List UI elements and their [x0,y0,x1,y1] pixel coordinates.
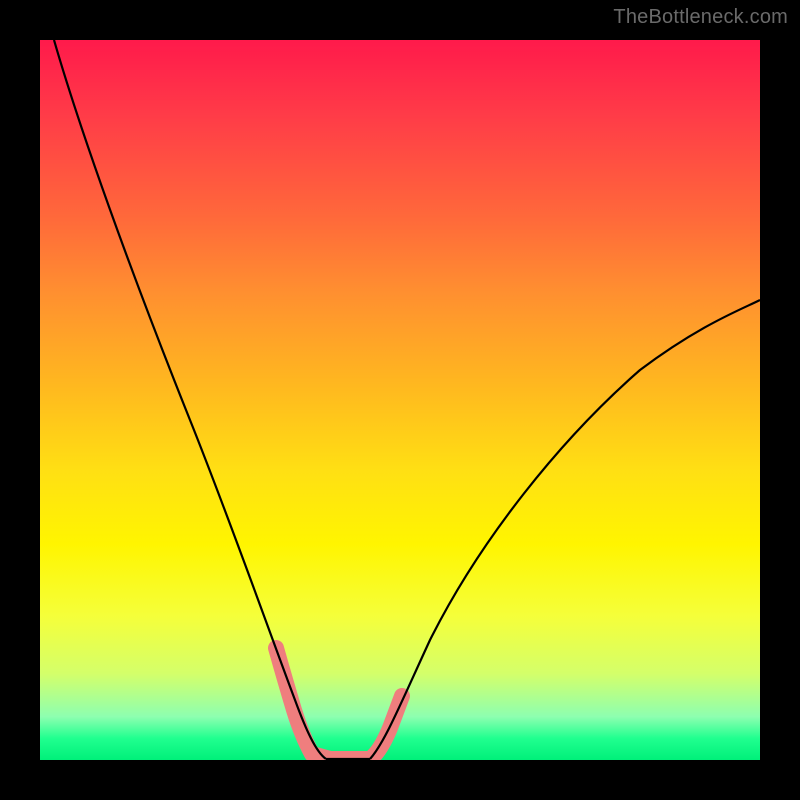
plot-area [40,40,760,760]
attribution-label: TheBottleneck.com [613,6,788,29]
chart-stage: TheBottleneck.com [0,0,800,800]
curve-layer [40,40,760,760]
valley-highlight-band [276,648,402,759]
curve-right-branch [370,300,760,759]
